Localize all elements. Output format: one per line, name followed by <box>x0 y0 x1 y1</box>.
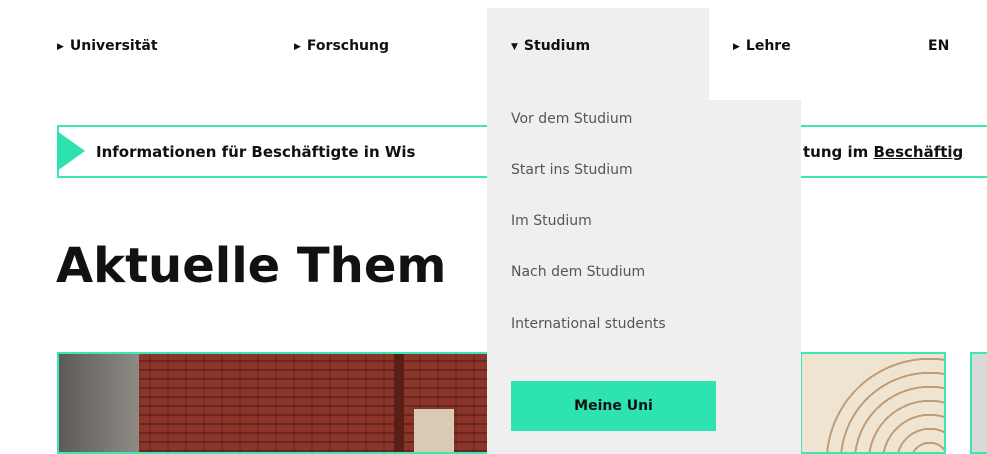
language-switch[interactable]: EN <box>928 38 949 54</box>
nav-item-label: Universität <box>69 38 158 54</box>
poster-image <box>414 409 454 452</box>
pillar-image <box>394 354 404 452</box>
dropdown-item-start-ins-studium[interactable]: Start ins Studium <box>511 162 633 178</box>
news-card-image[interactable] <box>57 352 489 454</box>
dropdown-item-nach-dem-studium[interactable]: Nach dem Studium <box>511 264 645 280</box>
top-navigation: ▶ Universität ▶ Forschung ▼ Studium ▶ Lehre … <box>0 0 987 100</box>
banner-text-suffix: tung im <box>803 143 874 161</box>
nav-studium-active-background <box>487 8 709 100</box>
nav-item-label: Lehre <box>745 38 791 54</box>
triangle-right-icon: ▶ <box>57 42 64 52</box>
nav-item-label: Studium <box>523 38 591 54</box>
nav-item-label: Forschung <box>306 38 389 54</box>
nav-item-universitaet[interactable]: ▶ Universität <box>57 38 158 54</box>
studium-dropdown-menu: Vor dem Studium Start ins Studium Im Stu… <box>487 100 801 454</box>
banner-text: Informationen für Beschäftigte in Wis <box>96 143 416 161</box>
dropdown-item-international-students[interactable]: International students <box>511 316 666 332</box>
triangle-down-icon: ▼ <box>511 42 518 52</box>
nav-item-forschung[interactable]: ▶ Forschung <box>294 38 389 54</box>
banner-link[interactable]: Beschäftig <box>873 143 963 161</box>
pattern-image <box>802 354 944 452</box>
dropdown-item-vor-dem-studium[interactable]: Vor dem Studium <box>511 111 632 127</box>
triangle-right-icon: ▶ <box>733 42 740 52</box>
meine-uni-button[interactable]: Meine Uni <box>511 381 716 431</box>
dropdown-item-im-studium[interactable]: Im Studium <box>511 213 592 229</box>
nav-item-lehre[interactable]: ▶ Lehre <box>733 38 791 54</box>
news-card-image[interactable] <box>800 352 946 454</box>
door-image <box>59 354 139 452</box>
news-card-image[interactable] <box>970 352 987 454</box>
banner-arrow-icon <box>57 131 85 171</box>
triangle-right-icon: ▶ <box>294 42 301 52</box>
page-heading: Aktuelle Them <box>56 238 447 294</box>
banner-text-continued: tung im Beschäftig <box>803 143 963 161</box>
nav-item-studium[interactable]: ▼ Studium <box>511 38 590 54</box>
